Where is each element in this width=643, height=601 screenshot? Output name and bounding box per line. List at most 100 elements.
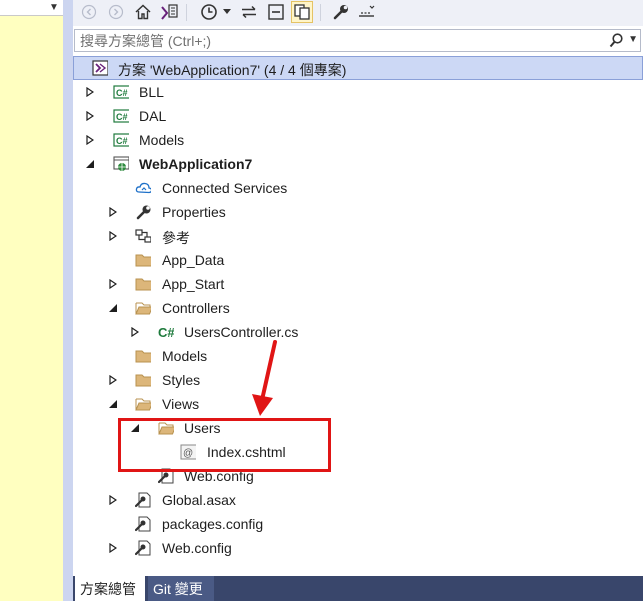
expand-arrow-icon[interactable] [108, 375, 118, 385]
tree-item-label: WebApplication7 [139, 156, 253, 172]
collapse-all-button[interactable] [266, 2, 286, 22]
wrench-icon [333, 5, 348, 20]
search-input[interactable] [80, 32, 600, 49]
references-icon [135, 228, 151, 244]
tool-window-tabs: 方案總管 Git 變更 [73, 576, 643, 601]
folder-icon [135, 276, 151, 292]
show-all-files-button[interactable] [291, 1, 313, 23]
razor-file-icon: @ [180, 444, 196, 460]
home-button[interactable] [133, 2, 153, 22]
tree-item-models-folder[interactable]: Models [73, 344, 643, 368]
csharp-project-icon: C# [113, 132, 129, 148]
tree-item-label: Styles [162, 372, 201, 388]
tree-item-label: UsersController.cs [184, 324, 299, 340]
expand-arrow-icon[interactable] [85, 135, 95, 145]
tree-item-packages-config[interactable]: packages.config [73, 512, 643, 536]
tree-item-label: 參考 [162, 230, 190, 246]
tree-item-label: Connected Services [162, 180, 288, 196]
tree-item-dal[interactable]: C# DAL [73, 104, 643, 128]
toolbar-separator [186, 4, 187, 21]
tree-item-styles[interactable]: Styles [73, 368, 643, 392]
tree-item-views[interactable]: Views [73, 392, 643, 416]
tree-item-users-folder[interactable]: Users [73, 416, 643, 440]
tree-item-bll[interactable]: C# BLL [73, 80, 643, 104]
expand-arrow-icon[interactable] [130, 327, 140, 337]
collapse-arrow-icon[interactable] [85, 159, 95, 169]
toolbar-separator [320, 4, 321, 21]
folder-open-icon [135, 300, 151, 316]
show-all-files-icon [294, 4, 310, 20]
tree-item-app-data[interactable]: App_Data [73, 248, 643, 272]
collapse-arrow-icon[interactable] [108, 399, 118, 409]
solution-tree: 方案 'WebApplication7' (4 / 4 個專案) C# BLL … [73, 56, 643, 576]
tree-item-webapplication7[interactable]: WebApplication7 [73, 152, 643, 176]
editor-dropdown[interactable]: ▼ [0, 0, 63, 16]
tree-item-index-cshtml[interactable]: @ Index.cshtml [73, 440, 643, 464]
expand-arrow-icon[interactable] [108, 495, 118, 505]
expand-arrow-icon[interactable] [108, 207, 118, 217]
search-box: ▼ [74, 29, 641, 52]
editor-area: ▼ [0, 0, 63, 601]
pending-changes-filter-button[interactable] [199, 2, 219, 22]
tree-item-solution[interactable]: 方案 'WebApplication7' (4 / 4 個專案) [73, 56, 643, 80]
svg-text:@: @ [183, 448, 193, 459]
tree-item-label: Global.asax [162, 492, 236, 508]
web-project-icon [113, 156, 129, 172]
tree-item-global-asax[interactable]: Global.asax [73, 488, 643, 512]
expand-arrow-icon[interactable] [85, 111, 95, 121]
preview-selected-items-button[interactable] [357, 2, 377, 22]
switch-views-button[interactable] [159, 2, 179, 22]
tree-item-userscontroller[interactable]: C# UsersController.cs [73, 320, 643, 344]
clock-icon [201, 4, 217, 20]
tree-item-label: BLL [139, 84, 164, 100]
tree-item-label: Properties [162, 204, 226, 220]
search-options-dropdown[interactable]: ▼ [628, 34, 638, 45]
vs-switch-views-icon [161, 4, 178, 20]
pending-changes-dropdown[interactable] [221, 2, 233, 22]
svg-text:C#: C# [116, 136, 128, 146]
config-file-icon [135, 492, 151, 508]
csharp-project-icon: C# [113, 84, 129, 100]
sync-active-document-button[interactable] [239, 2, 259, 22]
tree-item-label: Models [162, 348, 208, 364]
chevron-down-icon [223, 9, 231, 14]
forward-button[interactable] [106, 2, 126, 22]
back-arrow-icon [81, 4, 97, 20]
svg-text:C#: C# [116, 112, 128, 122]
tree-item-label: 方案 'WebApplication7' (4 / 4 個專案) [118, 62, 347, 78]
csharp-project-icon: C# [113, 108, 129, 124]
properties-button[interactable] [331, 2, 351, 22]
forward-arrow-icon [108, 4, 124, 20]
search-icon[interactable] [609, 33, 623, 51]
folder-open-icon [135, 396, 151, 412]
expand-arrow-icon[interactable] [108, 543, 118, 553]
tree-item-label: packages.config [162, 516, 264, 532]
expand-arrow-icon[interactable] [108, 279, 118, 289]
tab-solution-explorer[interactable]: 方案總管 [75, 576, 145, 601]
tree-item-label: Models [139, 132, 185, 148]
collapse-arrow-icon[interactable] [108, 303, 118, 313]
tree-item-controllers[interactable]: Controllers [73, 296, 643, 320]
expand-arrow-icon[interactable] [85, 87, 95, 97]
connected-services-icon [135, 180, 151, 196]
tree-item-label: App_Data [162, 252, 225, 268]
expand-arrow-icon[interactable] [108, 231, 118, 241]
pane-splitter[interactable] [63, 0, 73, 601]
back-button[interactable] [79, 2, 99, 22]
chevron-down-icon: ▼ [49, 1, 59, 13]
tree-item-connected-services[interactable]: Connected Services [73, 176, 643, 200]
home-icon [135, 4, 151, 20]
tree-item-properties[interactable]: Properties [73, 200, 643, 224]
tree-item-models-project[interactable]: C# Models [73, 128, 643, 152]
collapse-arrow-icon[interactable] [130, 423, 140, 433]
tree-item-label: Web.config [162, 540, 232, 556]
tree-item-views-web-config[interactable]: Web.config [73, 464, 643, 488]
solution-explorer-toolbar [73, 0, 643, 26]
tree-item-web-config[interactable]: Web.config [73, 536, 643, 560]
tree-item-app-start[interactable]: App_Start [73, 272, 643, 296]
folder-open-icon [158, 420, 174, 436]
tab-git-changes[interactable]: Git 變更 [148, 576, 214, 601]
svg-text:C#: C# [116, 88, 128, 98]
solution-explorer-panel: ▼ 方案 'WebApplication7' (4 / 4 個專案) C# BL… [73, 0, 643, 601]
tree-item-references[interactable]: 參考 [73, 224, 643, 248]
